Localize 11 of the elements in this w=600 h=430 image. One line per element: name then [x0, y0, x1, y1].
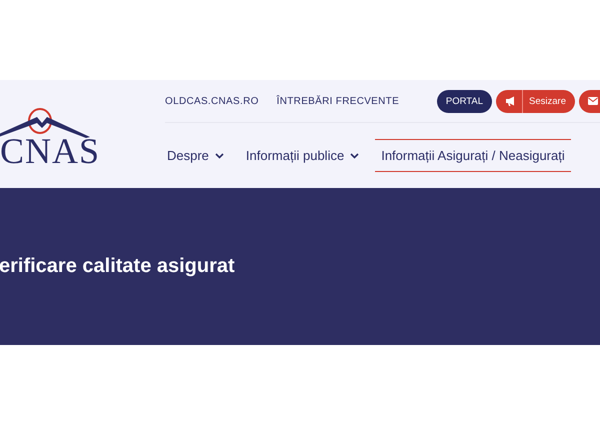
top-link[interactable]: ÎNTREBĂRI FRECVENTE	[276, 96, 400, 106]
nav-item[interactable]: Despre	[161, 139, 230, 172]
top-link[interactable]: OLDCAS.CNAS.RO	[165, 96, 259, 106]
nav-item[interactable]: Informații publice	[240, 139, 366, 172]
report-button[interactable]: Sesizare	[496, 90, 575, 112]
logo[interactable]: CNAS	[0, 101, 100, 173]
page-title: erificare calitate asigurat	[0, 255, 235, 278]
envelope-icon	[588, 97, 598, 105]
nav-item[interactable]: Informații Asigurați / Neasigurați	[375, 139, 571, 172]
megaphone-icon	[505, 96, 516, 106]
portal-button[interactable]: PORTAL	[436, 90, 492, 112]
